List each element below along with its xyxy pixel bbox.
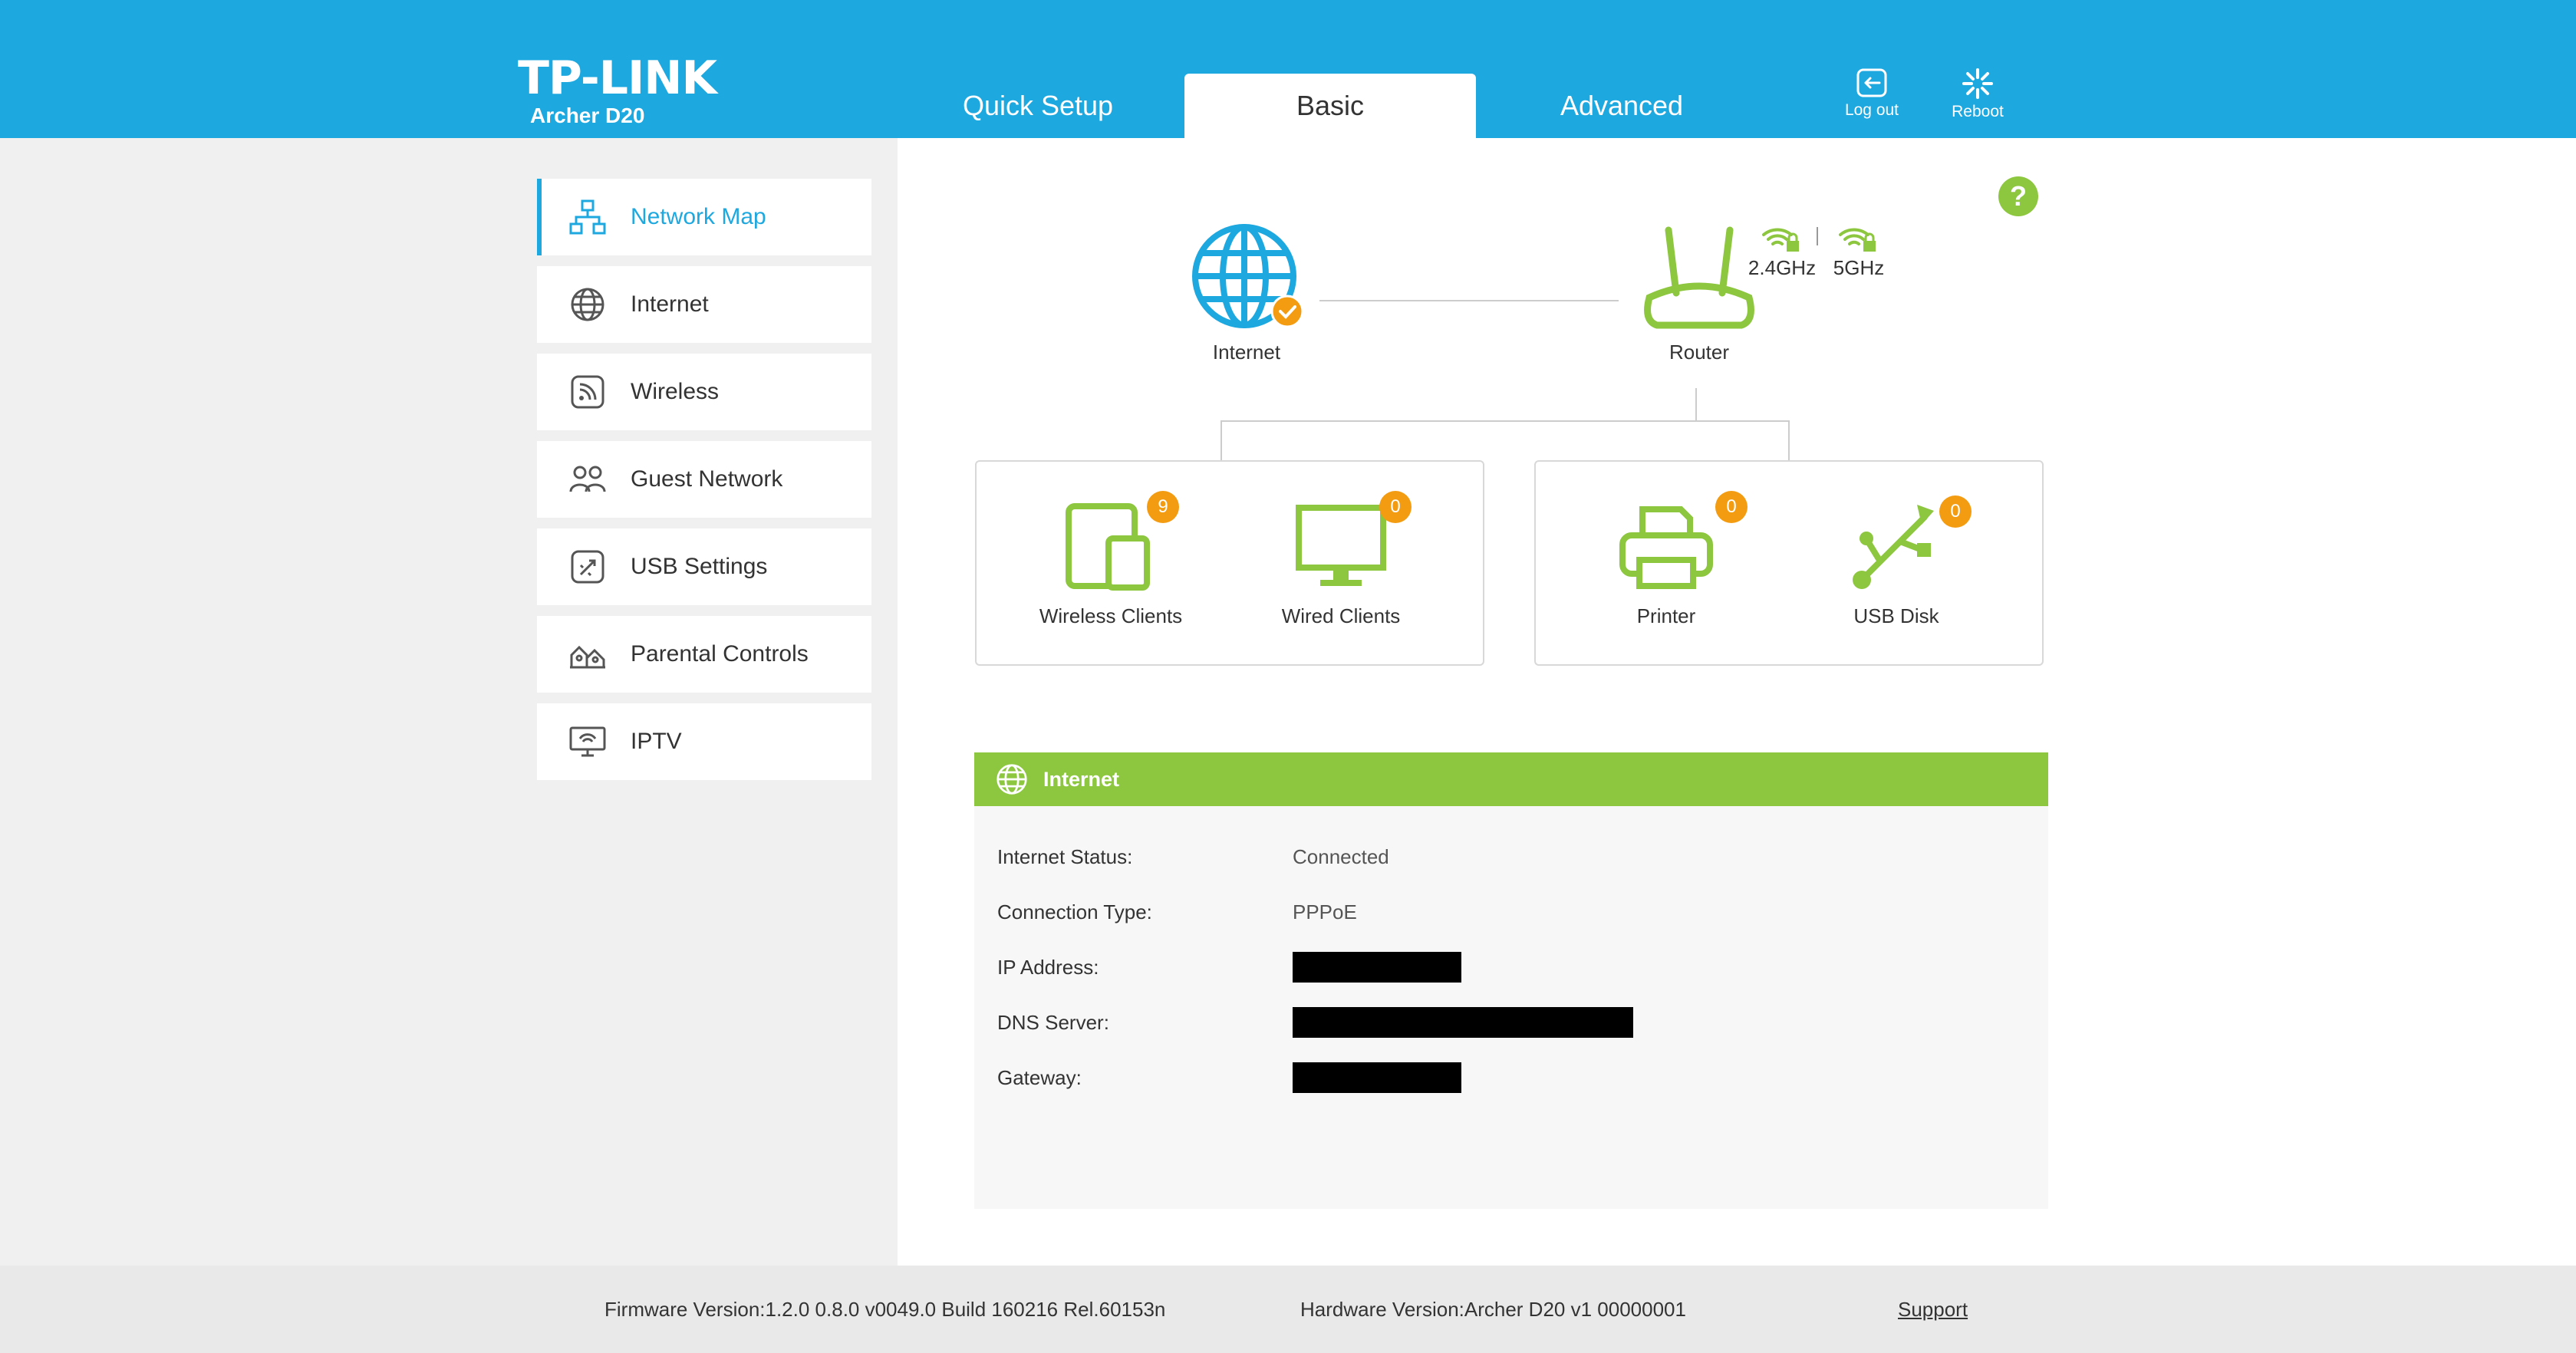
footer: Firmware Version:1.2.0 0.8.0 v0049.0 Bui… (0, 1266, 2576, 1353)
sidebar-item-label: Internet (631, 291, 709, 317)
status-key: Gateway: (997, 1065, 1082, 1089)
status-key: DNS Server: (997, 1010, 1109, 1034)
sidebar-item-label: USB Settings (631, 554, 768, 579)
wireless-clients-label: Wireless Clients (1039, 604, 1183, 627)
connector-line (1220, 420, 1222, 460)
sidebar-item-internet[interactable]: Internet (537, 266, 871, 343)
logout-icon (1856, 68, 1887, 97)
clients-box: Wireless Clients 9 Wired Clients 0 (975, 460, 1484, 666)
globe-icon (996, 764, 1027, 795)
tab-quick-setup[interactable]: Quick Setup (892, 74, 1184, 138)
sidebar-item-label: Wireless (631, 379, 720, 404)
sidebar-item-label: Parental Controls (631, 641, 809, 667)
panel-header: Internet (974, 752, 2048, 806)
status-row: Connection Type: PPPoE (997, 897, 1995, 927)
model-name: Archer D20 (530, 104, 645, 127)
status-row: Gateway: (997, 1062, 1995, 1093)
printer-label: Printer (1636, 604, 1696, 627)
connector-line (1319, 300, 1619, 301)
monitor-icon (1296, 505, 1386, 586)
wifi-24ghz[interactable]: 2.4GHz (1748, 222, 1817, 280)
wireless-clients-count-badge: 9 (1147, 491, 1179, 523)
sidebar-item-label: Guest Network (631, 466, 783, 492)
reboot-icon (1962, 68, 1993, 99)
usb-disk-label: USB Disk (1853, 604, 1939, 627)
wifi-5ghz[interactable]: 5GHz (1824, 222, 1893, 280)
reboot-button[interactable]: Reboot (1932, 67, 2024, 121)
internet-node-label: Internet (1212, 341, 1281, 364)
usb-settings-icon (568, 547, 608, 587)
internet-globe-icon (1192, 224, 1304, 328)
panel-title: Internet (1043, 767, 1120, 791)
wired-clients-count-badge: 0 (1379, 491, 1412, 523)
tab-advanced[interactable]: Advanced (1476, 74, 1767, 138)
tab-basic[interactable]: Basic (1184, 74, 1476, 138)
reboot-label: Reboot (1952, 103, 2004, 120)
router-icon (1644, 226, 1754, 329)
connector-line (1695, 388, 1697, 420)
status-key: Internet Status: (997, 844, 1133, 868)
status-row: Internet Status: Connected (997, 841, 1995, 872)
connector-line (1220, 420, 1790, 422)
status-value: Connected (1293, 844, 1389, 868)
internet-status-panel: Internet Internet Status: Connected Conn… (974, 752, 2048, 1209)
band-5-label: 5GHz (1833, 256, 1885, 279)
printer-count-badge: 0 (1715, 491, 1748, 523)
usb-devices-box: Printer 0 USB Disk 0 (1534, 460, 2044, 666)
logout-button[interactable]: Log out (1826, 67, 1918, 120)
network-map-icon (568, 197, 608, 237)
status-row: IP Address: (997, 952, 1995, 983)
globe-icon (568, 285, 608, 324)
status-key: Connection Type: (997, 900, 1152, 923)
sidebar-item-parental-controls[interactable]: Parental Controls (537, 616, 871, 693)
iptv-icon (568, 722, 608, 762)
tp-link-logo: TP-LINK (518, 51, 717, 105)
wireless-icon (568, 372, 608, 412)
internet-node[interactable]: Internet (1181, 221, 1312, 364)
wireless-clients[interactable]: Wireless Clients (1019, 500, 1203, 628)
sidebar-item-network-map[interactable]: Network Map (537, 179, 871, 255)
parental-icon (568, 634, 608, 674)
band-divider (1817, 227, 1818, 245)
redacted-dns-server (1293, 1007, 1633, 1038)
firmware-version: Firmware Version:1.2.0 0.8.0 v0049.0 Bui… (604, 1298, 1166, 1321)
band-24-label: 2.4GHz (1748, 256, 1817, 279)
help-button[interactable]: ? (1998, 176, 2038, 216)
status-row: DNS Server: (997, 1007, 1995, 1038)
sidebar-item-wireless[interactable]: Wireless (537, 354, 871, 430)
sidebar-item-label: IPTV (631, 729, 682, 754)
wifi-lock-icon (1762, 228, 1799, 252)
hardware-version: Hardware Version:Archer D20 v1 00000001 (1300, 1298, 1686, 1321)
wired-clients-label: Wired Clients (1281, 604, 1401, 627)
router-node-label: Router (1668, 341, 1730, 364)
redacted-gateway (1293, 1062, 1461, 1093)
status-key: IP Address: (997, 955, 1099, 979)
sidebar-item-label: Network Map (631, 204, 766, 229)
printer-icon (1619, 506, 1713, 589)
status-value: PPPoE (1293, 900, 1357, 923)
top-header: TP-LINK Archer D20 Quick Setup Basic Adv… (0, 0, 2576, 138)
redacted-ip-address (1293, 952, 1461, 983)
connector-line (1788, 420, 1790, 460)
guest-icon (568, 459, 608, 499)
brand: TP-LINK Archer D20 (518, 51, 717, 129)
usb-icon (1853, 505, 1934, 589)
sidebar-item-guest-network[interactable]: Guest Network (537, 441, 871, 518)
logout-label: Log out (1844, 101, 1899, 119)
sidebar-item-iptv[interactable]: IPTV (537, 703, 871, 780)
sidebar-item-usb-settings[interactable]: USB Settings (537, 528, 871, 605)
wifi-lock-icon (1839, 228, 1876, 252)
usb-disk-count-badge: 0 (1939, 495, 1972, 528)
wireless-clients-icon (1066, 503, 1150, 591)
support-link[interactable]: Support (1898, 1298, 1968, 1322)
